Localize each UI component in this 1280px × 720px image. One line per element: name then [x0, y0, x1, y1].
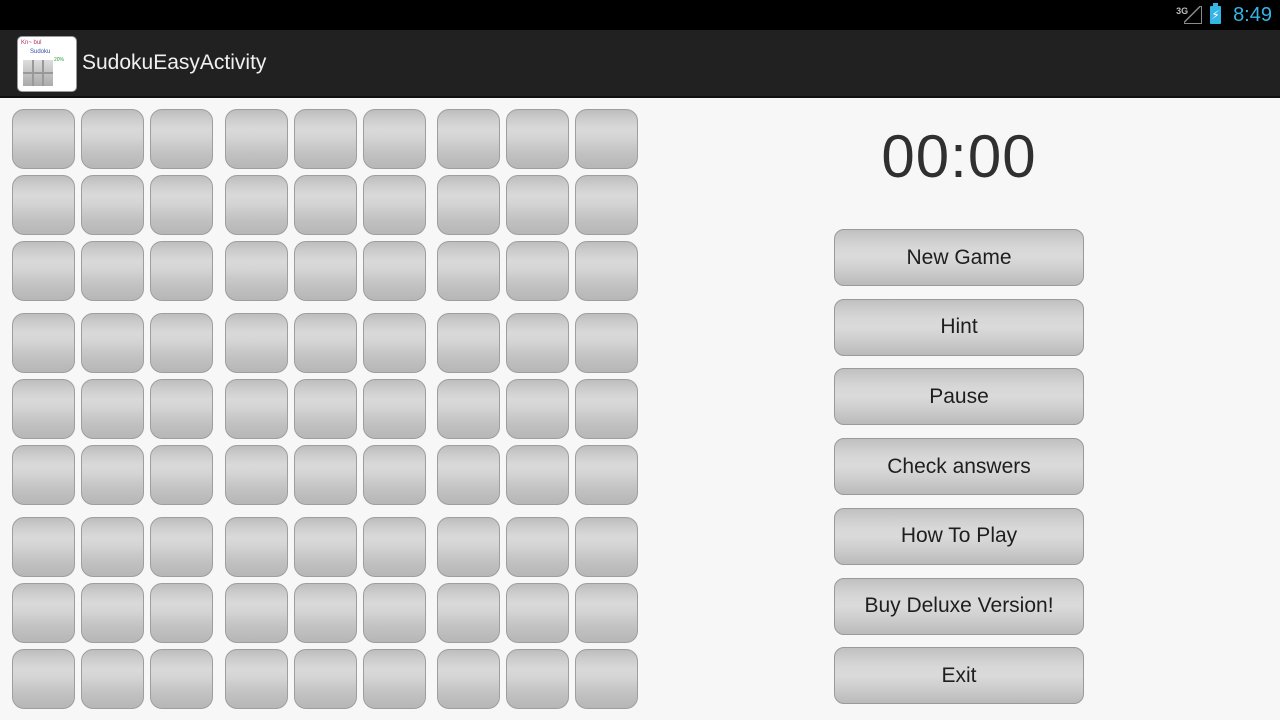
sudoku-cell-r6-c5[interactable] — [294, 445, 357, 505]
app-title: SudokuEasyActivity — [82, 51, 267, 74]
sudoku-cell-r6-c2[interactable] — [81, 445, 144, 505]
sudoku-cell-r3-c3[interactable] — [150, 241, 213, 301]
sudoku-cell-r2-c3[interactable] — [150, 175, 213, 235]
sudoku-cell-r6-c1[interactable] — [12, 445, 75, 505]
sudoku-cell-r1-c7[interactable] — [437, 109, 500, 169]
signal-icon: 3G — [1176, 4, 1203, 26]
action-bar: Kn~ bul Sudoku 20% SudokuEasyActivity — [0, 30, 1280, 98]
sudoku-cell-r8-c6[interactable] — [363, 583, 426, 643]
sudoku-cell-r5-c7[interactable] — [437, 379, 500, 439]
sudoku-cell-r5-c5[interactable] — [294, 379, 357, 439]
sudoku-cell-r5-c9[interactable] — [575, 379, 638, 439]
pause-button[interactable]: Pause — [834, 368, 1084, 426]
sudoku-cell-r4-c1[interactable] — [12, 313, 75, 373]
sudoku-cell-r4-c2[interactable] — [81, 313, 144, 373]
sudoku-cell-r2-c4[interactable] — [225, 175, 288, 235]
sudoku-cell-r7-c3[interactable] — [150, 517, 213, 577]
exit-button[interactable]: Exit — [834, 647, 1084, 705]
sudoku-cell-r7-c5[interactable] — [294, 517, 357, 577]
sudoku-cell-r9-c9[interactable] — [575, 649, 638, 709]
sudoku-cell-r8-c5[interactable] — [294, 583, 357, 643]
sudoku-cell-r6-c9[interactable] — [575, 445, 638, 505]
hint-button[interactable]: Hint — [834, 298, 1084, 356]
sudoku-cell-r1-c8[interactable] — [506, 109, 569, 169]
sudoku-cell-r6-c7[interactable] — [437, 445, 500, 505]
sudoku-cell-r6-c6[interactable] — [363, 445, 426, 505]
sudoku-cell-r6-c3[interactable] — [150, 445, 213, 505]
sudoku-cell-r7-c9[interactable] — [575, 517, 638, 577]
sudoku-cell-r4-c7[interactable] — [437, 313, 500, 373]
sudoku-cell-r2-c8[interactable] — [506, 175, 569, 235]
sudoku-cell-r8-c8[interactable] — [506, 583, 569, 643]
status-clock: 8:49 — [1233, 3, 1272, 26]
sudoku-cell-r8-c4[interactable] — [225, 583, 288, 643]
sudoku-cell-r1-c4[interactable] — [225, 109, 288, 169]
sudoku-cell-r1-c6[interactable] — [363, 109, 426, 169]
sudoku-cell-r1-c1[interactable] — [12, 109, 75, 169]
sudoku-cell-r4-c4[interactable] — [225, 313, 288, 373]
sudoku-cell-r1-c2[interactable] — [81, 109, 144, 169]
sudoku-cell-r4-c3[interactable] — [150, 313, 213, 373]
sudoku-cell-r6-c8[interactable] — [506, 445, 569, 505]
buy-deluxe-button[interactable]: Buy Deluxe Version! — [834, 577, 1084, 635]
sudoku-cell-r3-c4[interactable] — [225, 241, 288, 301]
sudoku-cell-r5-c8[interactable] — [506, 379, 569, 439]
status-icons: 3G ⚡ 8:49 — [1176, 0, 1272, 30]
sudoku-cell-r9-c7[interactable] — [437, 649, 500, 709]
sudoku-cell-r2-c9[interactable] — [575, 175, 638, 235]
sudoku-cell-r2-c1[interactable] — [12, 175, 75, 235]
sudoku-cell-r4-c8[interactable] — [506, 313, 569, 373]
sudoku-cell-r8-c7[interactable] — [437, 583, 500, 643]
sudoku-cell-r8-c2[interactable] — [81, 583, 144, 643]
sudoku-cell-r2-c7[interactable] — [437, 175, 500, 235]
sudoku-cell-r9-c6[interactable] — [363, 649, 426, 709]
sudoku-cell-r4-c6[interactable] — [363, 313, 426, 373]
status-bar: 3G ⚡ 8:49 — [0, 0, 1280, 30]
sudoku-cell-r7-c7[interactable] — [437, 517, 500, 577]
app-logo-icon[interactable]: Kn~ bul Sudoku 20% — [17, 36, 77, 92]
sudoku-cell-r2-c6[interactable] — [363, 175, 426, 235]
sudoku-cell-r3-c2[interactable] — [81, 241, 144, 301]
sudoku-cell-r5-c6[interactable] — [363, 379, 426, 439]
battery-charging-icon: ⚡ — [1210, 3, 1222, 24]
sudoku-cell-r1-c9[interactable] — [575, 109, 638, 169]
sudoku-cell-r3-c7[interactable] — [437, 241, 500, 301]
sudoku-cell-r5-c3[interactable] — [150, 379, 213, 439]
sudoku-cell-r7-c2[interactable] — [81, 517, 144, 577]
sudoku-cell-r1-c3[interactable] — [150, 109, 213, 169]
sudoku-cell-r9-c5[interactable] — [294, 649, 357, 709]
sudoku-cell-r3-c1[interactable] — [12, 241, 75, 301]
sudoku-cell-r8-c9[interactable] — [575, 583, 638, 643]
sudoku-cell-r1-c5[interactable] — [294, 109, 357, 169]
sudoku-cell-r5-c2[interactable] — [81, 379, 144, 439]
sudoku-cell-r9-c1[interactable] — [12, 649, 75, 709]
sudoku-cell-r6-c4[interactable] — [225, 445, 288, 505]
sudoku-cell-r7-c4[interactable] — [225, 517, 288, 577]
sudoku-cell-r4-c5[interactable] — [294, 313, 357, 373]
sudoku-cell-r9-c3[interactable] — [150, 649, 213, 709]
sudoku-cell-r7-c1[interactable] — [12, 517, 75, 577]
how-to-play-button[interactable]: How To Play — [834, 507, 1084, 565]
sudoku-cell-r7-c8[interactable] — [506, 517, 569, 577]
sudoku-cell-r8-c3[interactable] — [150, 583, 213, 643]
sudoku-cell-r8-c1[interactable] — [12, 583, 75, 643]
sudoku-cell-r3-c8[interactable] — [506, 241, 569, 301]
sudoku-cell-r3-c6[interactable] — [363, 241, 426, 301]
sudoku-cell-r3-c9[interactable] — [575, 241, 638, 301]
sudoku-cell-r9-c2[interactable] — [81, 649, 144, 709]
game-timer: 00:00 — [881, 123, 1037, 190]
sudoku-cell-r5-c4[interactable] — [225, 379, 288, 439]
sudoku-cell-r5-c1[interactable] — [12, 379, 75, 439]
sudoku-cell-r3-c5[interactable] — [294, 241, 357, 301]
sudoku-cell-r4-c9[interactable] — [575, 313, 638, 373]
sudoku-cell-r9-c8[interactable] — [506, 649, 569, 709]
sudoku-cell-r2-c2[interactable] — [81, 175, 144, 235]
check-answers-button[interactable]: Check answers — [834, 438, 1084, 496]
new-game-button[interactable]: New Game — [834, 229, 1084, 286]
sudoku-cell-r7-c6[interactable] — [363, 517, 426, 577]
sudoku-cell-r2-c5[interactable] — [294, 175, 357, 235]
sudoku-cell-r9-c4[interactable] — [225, 649, 288, 709]
